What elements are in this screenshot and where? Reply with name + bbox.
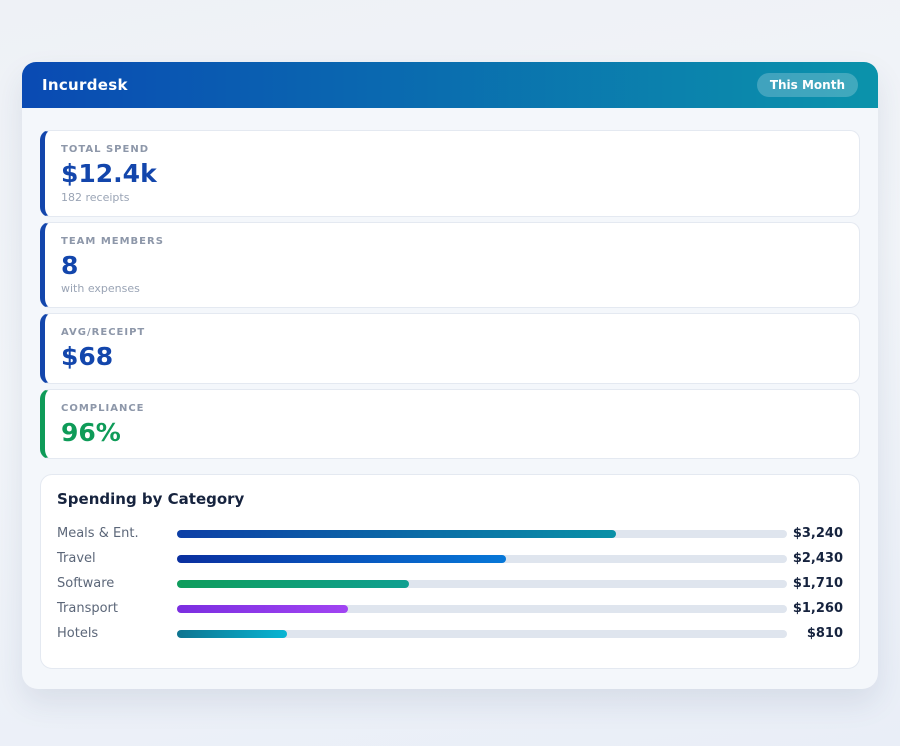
chart-title: Spending by Category [57, 490, 843, 508]
stat-value: 8 [61, 252, 843, 280]
category-label: Hotels [57, 626, 177, 641]
chart-row: Transport $1,260 [57, 596, 843, 621]
bar-fill [177, 630, 287, 638]
stat-value: $12.4k [61, 160, 843, 188]
period-badge[interactable]: This Month [757, 73, 858, 97]
chart-row: Software $1,710 [57, 571, 843, 596]
category-value: $1,260 [787, 601, 843, 616]
stat-card: TOTAL SPEND $12.4k 182 receipts [40, 130, 860, 217]
bar-fill [177, 580, 409, 588]
dashboard-content: TOTAL SPEND $12.4k 182 receipts TEAM MEM… [22, 108, 878, 689]
stat-label: TEAM MEMBERS [61, 236, 843, 247]
stat-card: COMPLIANCE 96% [40, 389, 860, 460]
chart-row: Travel $2,430 [57, 546, 843, 571]
bar-track [177, 630, 787, 638]
category-value: $810 [787, 626, 843, 641]
category-label: Software [57, 576, 177, 591]
category-value: $1,710 [787, 576, 843, 591]
stat-card: TEAM MEMBERS 8 with expenses [40, 222, 860, 309]
dashboard-panel: Incurdesk This Month TOTAL SPEND $12.4k … [22, 62, 878, 689]
category-label: Travel [57, 551, 177, 566]
stat-value: 96% [61, 419, 843, 447]
category-value: $2,430 [787, 551, 843, 566]
category-value: $3,240 [787, 526, 843, 541]
bar-fill [177, 530, 616, 538]
app-title: Incurdesk [42, 76, 128, 94]
stat-subtext: 182 receipts [61, 191, 843, 204]
spending-chart-card: Spending by Category Meals & Ent. $3,240… [40, 474, 860, 669]
stat-subtext: with expenses [61, 282, 843, 295]
chart-row: Hotels $810 [57, 621, 843, 646]
bar-track [177, 530, 787, 538]
category-label: Transport [57, 601, 177, 616]
bar-track [177, 580, 787, 588]
bar-fill [177, 555, 506, 563]
stat-label: TOTAL SPEND [61, 144, 843, 155]
stat-label: AVG/RECEIPT [61, 327, 843, 338]
chart-row: Meals & Ent. $3,240 [57, 521, 843, 546]
chart-rows: Meals & Ent. $3,240 Travel $2,430 Softwa… [57, 521, 843, 646]
stats-list: TOTAL SPEND $12.4k 182 receipts TEAM MEM… [40, 130, 860, 459]
bar-track [177, 555, 787, 563]
stat-label: COMPLIANCE [61, 403, 843, 414]
stat-value: $68 [61, 343, 843, 371]
stat-card: AVG/RECEIPT $68 [40, 313, 860, 384]
bar-track [177, 605, 787, 613]
app-header: Incurdesk This Month [22, 62, 878, 108]
bar-fill [177, 605, 348, 613]
category-label: Meals & Ent. [57, 526, 177, 541]
